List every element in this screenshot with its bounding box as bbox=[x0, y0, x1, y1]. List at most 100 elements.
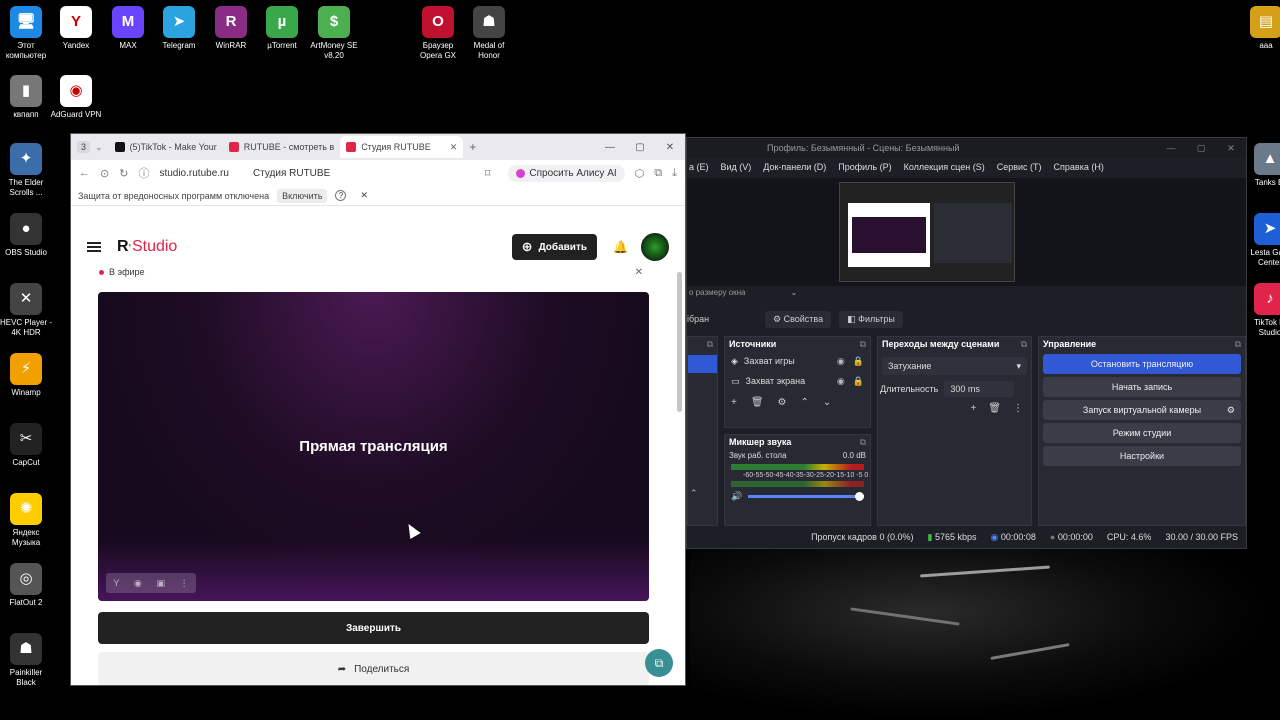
filters-button[interactable]: ◧ Фильтры bbox=[839, 310, 903, 328]
obs-menu-item[interactable]: Сервис (T) bbox=[997, 162, 1042, 172]
camera-icon[interactable]: ▣ bbox=[156, 578, 165, 589]
desktop-icon[interactable]: ▲ Tanks Bl bbox=[1243, 143, 1280, 188]
collections-icon[interactable]: ⧉ bbox=[654, 167, 662, 180]
maximize-button[interactable]: ▢ bbox=[625, 142, 655, 153]
scene-up-icon[interactable]: ⌃ bbox=[690, 488, 698, 499]
close-window-button[interactable]: ✕ bbox=[655, 142, 685, 153]
extensions-icon[interactable]: ⬡ bbox=[635, 167, 645, 180]
obs-control-button[interactable]: Начать запись bbox=[1043, 377, 1241, 397]
add-transition-icon[interactable]: + bbox=[970, 403, 976, 414]
ask-alisa-button[interactable]: Спросить Алису AI bbox=[508, 164, 625, 182]
tab-studio-rutube[interactable]: Студия RUTUBE ✕ bbox=[340, 136, 464, 158]
rutube-studio-logo[interactable]: R ' Studio bbox=[117, 238, 177, 256]
volume-slider[interactable] bbox=[748, 492, 864, 501]
duration-input[interactable]: 300 ms bbox=[944, 381, 1015, 397]
virtual-camera-settings-icon[interactable]: ⚙ bbox=[1227, 405, 1235, 416]
tab-count-badge[interactable]: 3 ⌄ bbox=[71, 136, 109, 158]
desktop-icon[interactable]: ☗ Medal of Honor bbox=[462, 6, 516, 61]
desktop-icon[interactable]: ➤ Lesta Gam Center bbox=[1243, 213, 1280, 268]
mixer-track-name: Звук раб. стола bbox=[729, 451, 787, 460]
history-icon[interactable]: ⊙ bbox=[100, 167, 109, 180]
obs-menu-item[interactable]: Вид (V) bbox=[721, 162, 752, 172]
user-avatar[interactable] bbox=[641, 233, 669, 261]
desktop-icon[interactable]: Y Yandex bbox=[49, 6, 103, 51]
source-settings-icon[interactable]: ⚙ bbox=[778, 397, 787, 408]
desktop-icon[interactable]: ◉ AdGuard VPN bbox=[49, 75, 103, 120]
close-live-panel-icon[interactable]: ✕ bbox=[635, 267, 643, 278]
share-button[interactable]: ➦ Поделиться bbox=[98, 652, 649, 685]
desktop-icon[interactable]: ◎ FlatOut 2 bbox=[0, 563, 53, 608]
minimize-button[interactable]: — bbox=[595, 142, 625, 153]
eye-icon[interactable]: ◉ bbox=[134, 578, 142, 589]
source-screen-capture[interactable]: ▭ Захват экрана ◉ 🔒 bbox=[725, 371, 870, 391]
obs-menu-item[interactable]: Док-панели (D) bbox=[763, 162, 826, 172]
eye-icon[interactable]: ◉ bbox=[837, 356, 845, 367]
back-icon[interactable]: ← bbox=[79, 167, 90, 179]
transition-more-icon[interactable]: ⋮ bbox=[1013, 403, 1023, 414]
speaker-icon[interactable]: 🔊 bbox=[731, 491, 742, 502]
desktop-icon[interactable]: µ µTorrent bbox=[255, 6, 309, 51]
site-info-icon[interactable]: ⓘ bbox=[138, 165, 149, 181]
desktop-icon[interactable]: R WinRAR bbox=[204, 6, 258, 51]
help-icon[interactable]: ? bbox=[335, 190, 347, 201]
more-icon[interactable]: ⋮ bbox=[180, 578, 189, 589]
desktop-icon[interactable]: ● OBS Studio bbox=[0, 213, 53, 258]
desktop-icon[interactable]: ✺ Яндекс Музыка bbox=[0, 493, 53, 548]
obs-preview-canvas[interactable] bbox=[839, 182, 1015, 282]
remove-transition-icon[interactable]: 🗑 bbox=[988, 403, 1001, 414]
desktop-icon[interactable]: ▤ ааа bbox=[1239, 6, 1280, 51]
transition-select[interactable]: Затухание ▾ bbox=[882, 357, 1027, 375]
scene-item-selected[interactable] bbox=[688, 355, 717, 373]
obs-menu-item[interactable]: а (E) bbox=[689, 162, 709, 172]
desktop-icon[interactable]: ♪ TikTok LI Studio bbox=[1243, 283, 1280, 338]
close-protection-icon[interactable]: ✕ bbox=[360, 190, 368, 201]
eye-icon[interactable]: ◉ bbox=[837, 376, 845, 387]
bookmark-icon[interactable]: ⌑ bbox=[485, 167, 491, 180]
download-icon[interactable]: ⤓ bbox=[672, 167, 677, 180]
support-chat-icon[interactable]: ⧉ bbox=[645, 649, 673, 677]
move-down-icon[interactable]: ⌄ bbox=[823, 397, 831, 408]
video-player[interactable]: Прямая трансляция Y ◉ ▣ ⋮ bbox=[98, 292, 649, 601]
page-scrollbar[interactable] bbox=[677, 272, 682, 412]
obs-minimize-button[interactable]: — bbox=[1156, 143, 1186, 154]
desktop-icon[interactable]: ➤ Telegram bbox=[152, 6, 206, 51]
obs-menu-item[interactable]: Профиль (P) bbox=[838, 162, 891, 172]
desktop-icon[interactable]: 🖥 Этот компьютер bbox=[0, 6, 53, 61]
notifications-bell-icon[interactable]: 🔔 bbox=[613, 240, 628, 254]
desktop-icon[interactable]: $ ArtMoney SE v8.20 bbox=[307, 6, 361, 61]
yandex-icon[interactable]: Y bbox=[113, 578, 119, 588]
finish-stream-button[interactable]: Завершить bbox=[98, 612, 649, 644]
desktop-icon[interactable]: M MAX bbox=[101, 6, 155, 51]
obs-maximize-button[interactable]: ▢ bbox=[1186, 143, 1216, 154]
obs-control-button[interactable]: Запуск виртуальной камеры ⚙ bbox=[1043, 400, 1241, 420]
desktop-icon[interactable]: ▮ квпапп bbox=[0, 75, 53, 120]
menu-icon[interactable] bbox=[87, 242, 101, 252]
desktop-icon[interactable]: ✦ The Elder Scrolls ... bbox=[0, 143, 53, 198]
obs-menu-item[interactable]: Справка (H) bbox=[1054, 162, 1104, 172]
desktop-icon[interactable]: O Браузер Opera GX bbox=[411, 6, 465, 61]
close-tab-icon[interactable]: ✕ bbox=[450, 142, 458, 153]
obs-control-button[interactable]: Настройки bbox=[1043, 446, 1241, 466]
tab-rutube[interactable]: RUTUBE - смотреть в bbox=[223, 136, 340, 158]
move-up-icon[interactable]: ⌃ bbox=[801, 397, 809, 408]
desktop-icon[interactable]: ⚡ Winamp bbox=[0, 353, 53, 398]
url-field[interactable]: studio.rutube.ru bbox=[159, 168, 229, 179]
properties-button[interactable]: ⚙ Свойства bbox=[765, 310, 832, 328]
desktop-icon[interactable]: ☗ Painkiller Black bbox=[0, 633, 53, 688]
add-button[interactable]: ⊕ Добавить bbox=[511, 234, 597, 260]
source-game-capture[interactable]: ◈ Захват игры ◉ 🔒 bbox=[725, 351, 870, 371]
tab-tiktok[interactable]: (5)TikTok - Make Your bbox=[109, 136, 223, 158]
desktop-icon[interactable]: ✂ CapCut bbox=[0, 423, 53, 468]
add-source-icon[interactable]: + bbox=[731, 397, 737, 408]
new-tab-button[interactable]: + bbox=[463, 136, 482, 158]
obs-menu-item[interactable]: Коллекция сцен (S) bbox=[904, 162, 985, 172]
obs-close-button[interactable]: ✕ bbox=[1216, 143, 1246, 154]
obs-control-button[interactable]: Режим студии bbox=[1043, 423, 1241, 443]
reload-icon[interactable]: ↻ bbox=[119, 167, 128, 180]
remove-source-icon[interactable]: 🗑 bbox=[751, 397, 764, 408]
lock-icon[interactable]: 🔒 bbox=[853, 376, 864, 387]
enable-protection-button[interactable]: Включить bbox=[277, 188, 328, 203]
desktop-icon[interactable]: ✕ HEVC Player - 4K HDR bbox=[0, 283, 53, 338]
obs-control-button[interactable]: Остановить трансляцию bbox=[1043, 354, 1241, 374]
lock-icon[interactable]: 🔒 bbox=[853, 356, 864, 367]
